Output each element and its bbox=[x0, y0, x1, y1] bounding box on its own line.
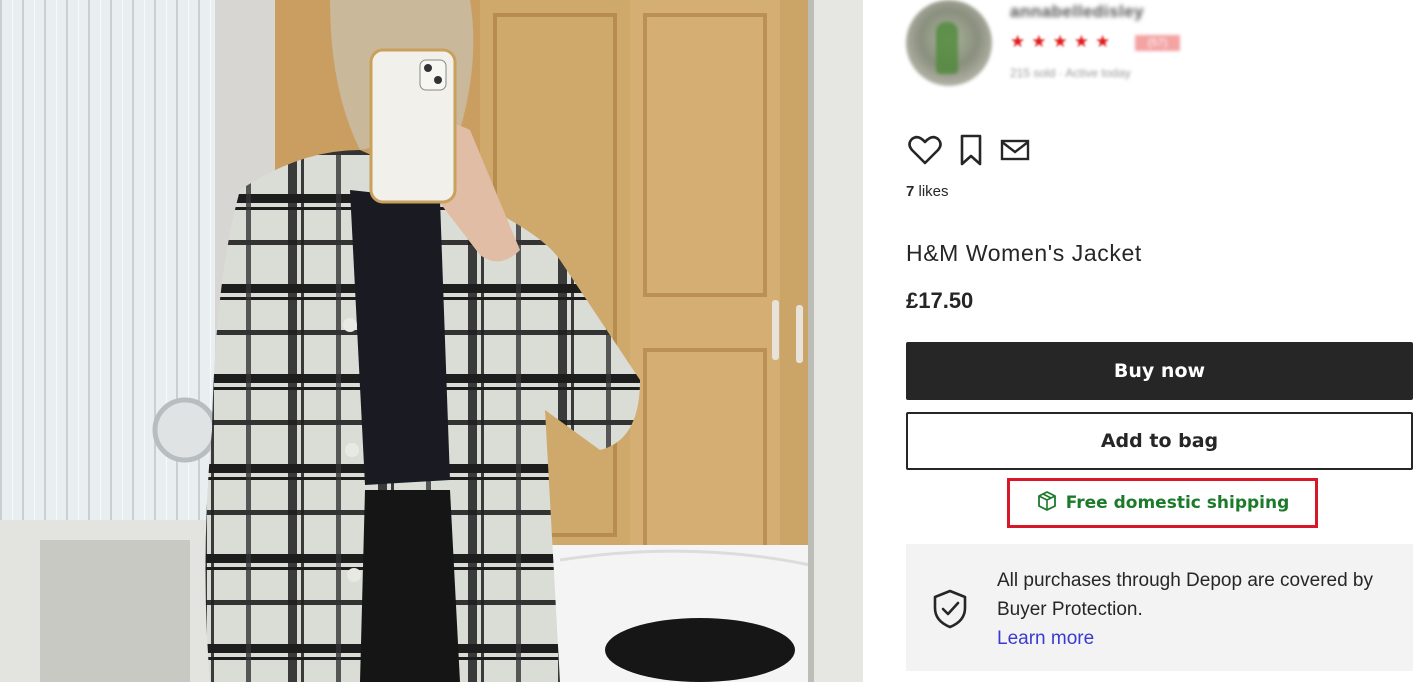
product-details-panel: annabelledisley ★ ★ ★ ★ ★ (57) 215 sold … bbox=[906, 0, 1416, 682]
add-to-bag-button[interactable]: Add to bag bbox=[906, 412, 1413, 470]
product-actions bbox=[908, 134, 1030, 166]
star-icon: ★ bbox=[1073, 32, 1089, 51]
buyer-protection-text: All purchases through Depop are covered … bbox=[997, 570, 1374, 649]
star-icon: ★ bbox=[1052, 32, 1068, 51]
seller-meta: 215 sold · Active today bbox=[1010, 66, 1131, 80]
product-price: £17.50 bbox=[906, 288, 974, 313]
mail-icon[interactable] bbox=[1000, 138, 1030, 162]
likes-count[interactable]: 7 likes bbox=[906, 183, 949, 200]
seller-username[interactable]: annabelledisley bbox=[1010, 2, 1144, 22]
buy-now-button[interactable]: Buy now bbox=[906, 342, 1413, 400]
buyer-protection-box: All purchases through Depop are covered … bbox=[906, 544, 1413, 671]
product-title: H&M Women's Jacket bbox=[906, 240, 1142, 266]
star-icon: ★ bbox=[1010, 32, 1026, 51]
shipping-badge: Free domestic shipping bbox=[1007, 478, 1318, 528]
bookmark-icon[interactable] bbox=[959, 134, 983, 166]
shipping-label: Free domestic shipping bbox=[1065, 493, 1290, 513]
star-icon: ★ bbox=[1095, 32, 1111, 51]
star-icon: ★ bbox=[1031, 32, 1047, 51]
review-count[interactable]: (57) bbox=[1135, 35, 1180, 51]
package-icon bbox=[1036, 490, 1058, 517]
learn-more-link[interactable]: Learn more bbox=[997, 628, 1094, 649]
seller-avatar[interactable] bbox=[906, 0, 992, 86]
heart-icon[interactable] bbox=[908, 135, 942, 165]
product-photo[interactable] bbox=[0, 0, 863, 682]
seller-rating[interactable]: ★ ★ ★ ★ ★ bbox=[1010, 32, 1110, 52]
shield-check-icon bbox=[931, 588, 969, 635]
